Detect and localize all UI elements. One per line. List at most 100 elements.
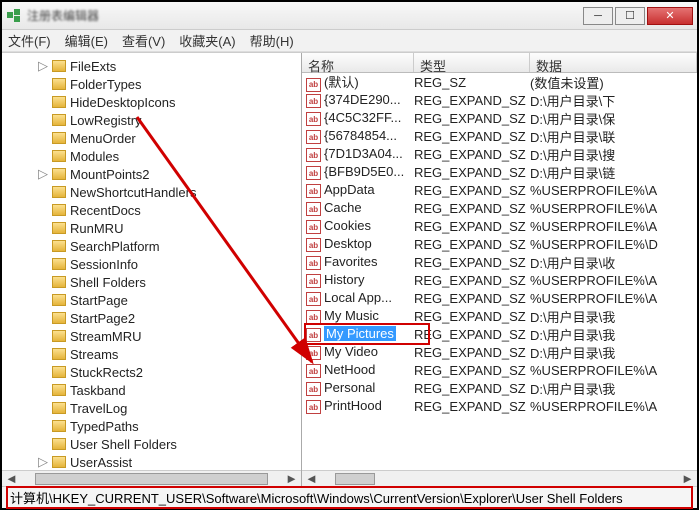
string-icon: ab — [306, 364, 321, 378]
folder-icon — [52, 186, 66, 198]
string-icon: ab — [306, 256, 321, 270]
list-row[interactable]: abAppDataREG_EXPAND_SZ%USERPROFILE%\A — [302, 181, 697, 199]
menu-view[interactable]: 查看(V) — [122, 31, 165, 50]
list-row[interactable]: ab{4C5C32FF...REG_EXPAND_SZD:\用户目录\保 — [302, 109, 697, 127]
folder-icon — [52, 294, 66, 306]
tree-item[interactable]: SessionInfo — [38, 255, 301, 273]
list-row[interactable]: abCacheREG_EXPAND_SZ%USERPROFILE%\A — [302, 199, 697, 217]
string-icon: ab — [306, 148, 321, 162]
tree-item[interactable]: Shell Folders — [38, 273, 301, 291]
col-type[interactable]: 类型 — [414, 53, 530, 72]
folder-icon — [52, 132, 66, 144]
folder-icon — [52, 402, 66, 414]
folder-icon — [52, 348, 66, 360]
tree-item[interactable]: HideDesktopIcons — [38, 93, 301, 111]
tree-item[interactable]: TypedPaths — [38, 417, 301, 435]
list-pane: 名称 类型 数据 ab(默认)REG_SZ(数值未设置)ab{374DE290.… — [302, 53, 697, 486]
list-row[interactable]: ab{7D1D3A04...REG_EXPAND_SZD:\用户目录\搜 — [302, 145, 697, 163]
folder-icon — [52, 204, 66, 216]
menu-file[interactable]: 文件(F) — [8, 31, 51, 50]
folder-icon — [52, 456, 66, 468]
folder-icon — [52, 60, 66, 72]
string-icon: ab — [306, 310, 321, 324]
string-icon: ab — [306, 166, 321, 180]
list-row[interactable]: abDesktopREG_EXPAND_SZ%USERPROFILE%\D — [302, 235, 697, 253]
tree-item[interactable]: SearchPlatform — [38, 237, 301, 255]
folder-icon — [52, 114, 66, 126]
registry-tree[interactable]: ▷FileExtsFolderTypesHideDesktopIconsLowR… — [2, 53, 301, 470]
string-icon: ab — [306, 94, 321, 108]
list-row[interactable]: abHistoryREG_EXPAND_SZ%USERPROFILE%\A — [302, 271, 697, 289]
menubar: 文件(F) 编辑(E) 查看(V) 收藏夹(A) 帮助(H) — [2, 30, 697, 52]
folder-icon — [52, 330, 66, 342]
list-row[interactable]: ab{56784854...REG_EXPAND_SZD:\用户目录\联 — [302, 127, 697, 145]
app-icon — [6, 8, 22, 24]
folder-icon — [52, 168, 66, 180]
list-row[interactable]: abMy VideoREG_EXPAND_SZD:\用户目录\我 — [302, 343, 697, 361]
list-row[interactable]: abPrintHoodREG_EXPAND_SZ%USERPROFILE%\A — [302, 397, 697, 415]
tree-item[interactable]: User Shell Folders — [38, 435, 301, 453]
minimize-button[interactable]: ─ — [583, 7, 613, 25]
folder-icon — [52, 150, 66, 162]
list-row[interactable]: abMy MusicREG_EXPAND_SZD:\用户目录\我 — [302, 307, 697, 325]
string-icon: ab — [306, 382, 321, 396]
tree-item[interactable]: StartPage — [38, 291, 301, 309]
client-area: ▷FileExtsFolderTypesHideDesktopIconsLowR… — [2, 52, 697, 486]
folder-icon — [52, 366, 66, 378]
menu-help[interactable]: 帮助(H) — [250, 31, 294, 50]
list-row[interactable]: abLocal App...REG_EXPAND_SZ%USERPROFILE%… — [302, 289, 697, 307]
window-frame: 注册表编辑器 ─ ☐ ✕ 文件(F) 编辑(E) 查看(V) 收藏夹(A) 帮助… — [0, 0, 699, 510]
list-row[interactable]: ab{374DE290...REG_EXPAND_SZD:\用户目录\下 — [302, 91, 697, 109]
value-list[interactable]: ab(默认)REG_SZ(数值未设置)ab{374DE290...REG_EXP… — [302, 73, 697, 470]
string-icon: ab — [306, 346, 321, 360]
tree-item[interactable]: MenuOrder — [38, 129, 301, 147]
string-icon: ab — [306, 184, 321, 198]
folder-icon — [52, 96, 66, 108]
tree-item[interactable]: ▷MountPoints2 — [38, 165, 301, 183]
list-row[interactable]: abCookiesREG_EXPAND_SZ%USERPROFILE%\A — [302, 217, 697, 235]
list-row[interactable]: abNetHoodREG_EXPAND_SZ%USERPROFILE%\A — [302, 361, 697, 379]
tree-hscroll[interactable]: ◄► — [2, 470, 301, 486]
tree-item[interactable]: ▷FileExts — [38, 57, 301, 75]
folder-icon — [52, 240, 66, 252]
tree-item[interactable]: NewShortcutHandlers — [38, 183, 301, 201]
folder-icon — [52, 78, 66, 90]
tree-item[interactable]: StreamMRU — [38, 327, 301, 345]
list-hscroll[interactable]: ◄► — [302, 470, 697, 486]
string-icon: ab — [306, 112, 321, 126]
maximize-button[interactable]: ☐ — [615, 7, 645, 25]
tree-item[interactable]: StuckRects2 — [38, 363, 301, 381]
string-icon: ab — [306, 400, 321, 414]
folder-icon — [52, 438, 66, 450]
close-button[interactable]: ✕ — [647, 7, 693, 25]
string-icon: ab — [306, 328, 321, 342]
titlebar[interactable]: 注册表编辑器 ─ ☐ ✕ — [2, 2, 697, 30]
tree-item[interactable]: RunMRU — [38, 219, 301, 237]
list-row[interactable]: ab(默认)REG_SZ(数值未设置) — [302, 73, 697, 91]
menu-edit[interactable]: 编辑(E) — [65, 31, 108, 50]
list-row[interactable]: abFavoritesREG_EXPAND_SZD:\用户目录\收 — [302, 253, 697, 271]
status-bar: 计算机\HKEY_CURRENT_USER\Software\Microsoft… — [2, 486, 697, 508]
list-row[interactable]: abMy PicturesREG_EXPAND_SZD:\用户目录\我 — [302, 325, 697, 343]
tree-item[interactable]: LowRegistry — [38, 111, 301, 129]
tree-item[interactable]: TravelLog — [38, 399, 301, 417]
tree-item[interactable]: StartPage2 — [38, 309, 301, 327]
col-data[interactable]: 数据 — [530, 53, 697, 72]
tree-item[interactable]: Modules — [38, 147, 301, 165]
tree-item[interactable]: RecentDocs — [38, 201, 301, 219]
tree-item[interactable]: FolderTypes — [38, 75, 301, 93]
string-icon: ab — [306, 220, 321, 234]
list-row[interactable]: abPersonalREG_EXPAND_SZD:\用户目录\我 — [302, 379, 697, 397]
menu-favorites[interactable]: 收藏夹(A) — [179, 31, 235, 50]
tree-pane: ▷FileExtsFolderTypesHideDesktopIconsLowR… — [2, 53, 302, 486]
col-name[interactable]: 名称 — [302, 53, 414, 72]
folder-icon — [52, 420, 66, 432]
folder-icon — [52, 312, 66, 324]
tree-item[interactable]: Streams — [38, 345, 301, 363]
string-icon: ab — [306, 202, 321, 216]
tree-item[interactable]: ▷UserAssist — [38, 453, 301, 470]
list-header[interactable]: 名称 类型 数据 — [302, 53, 697, 73]
list-row[interactable]: ab{BFB9D5E0...REG_EXPAND_SZD:\用户目录\链 — [302, 163, 697, 181]
folder-icon — [52, 384, 66, 396]
tree-item[interactable]: Taskband — [38, 381, 301, 399]
